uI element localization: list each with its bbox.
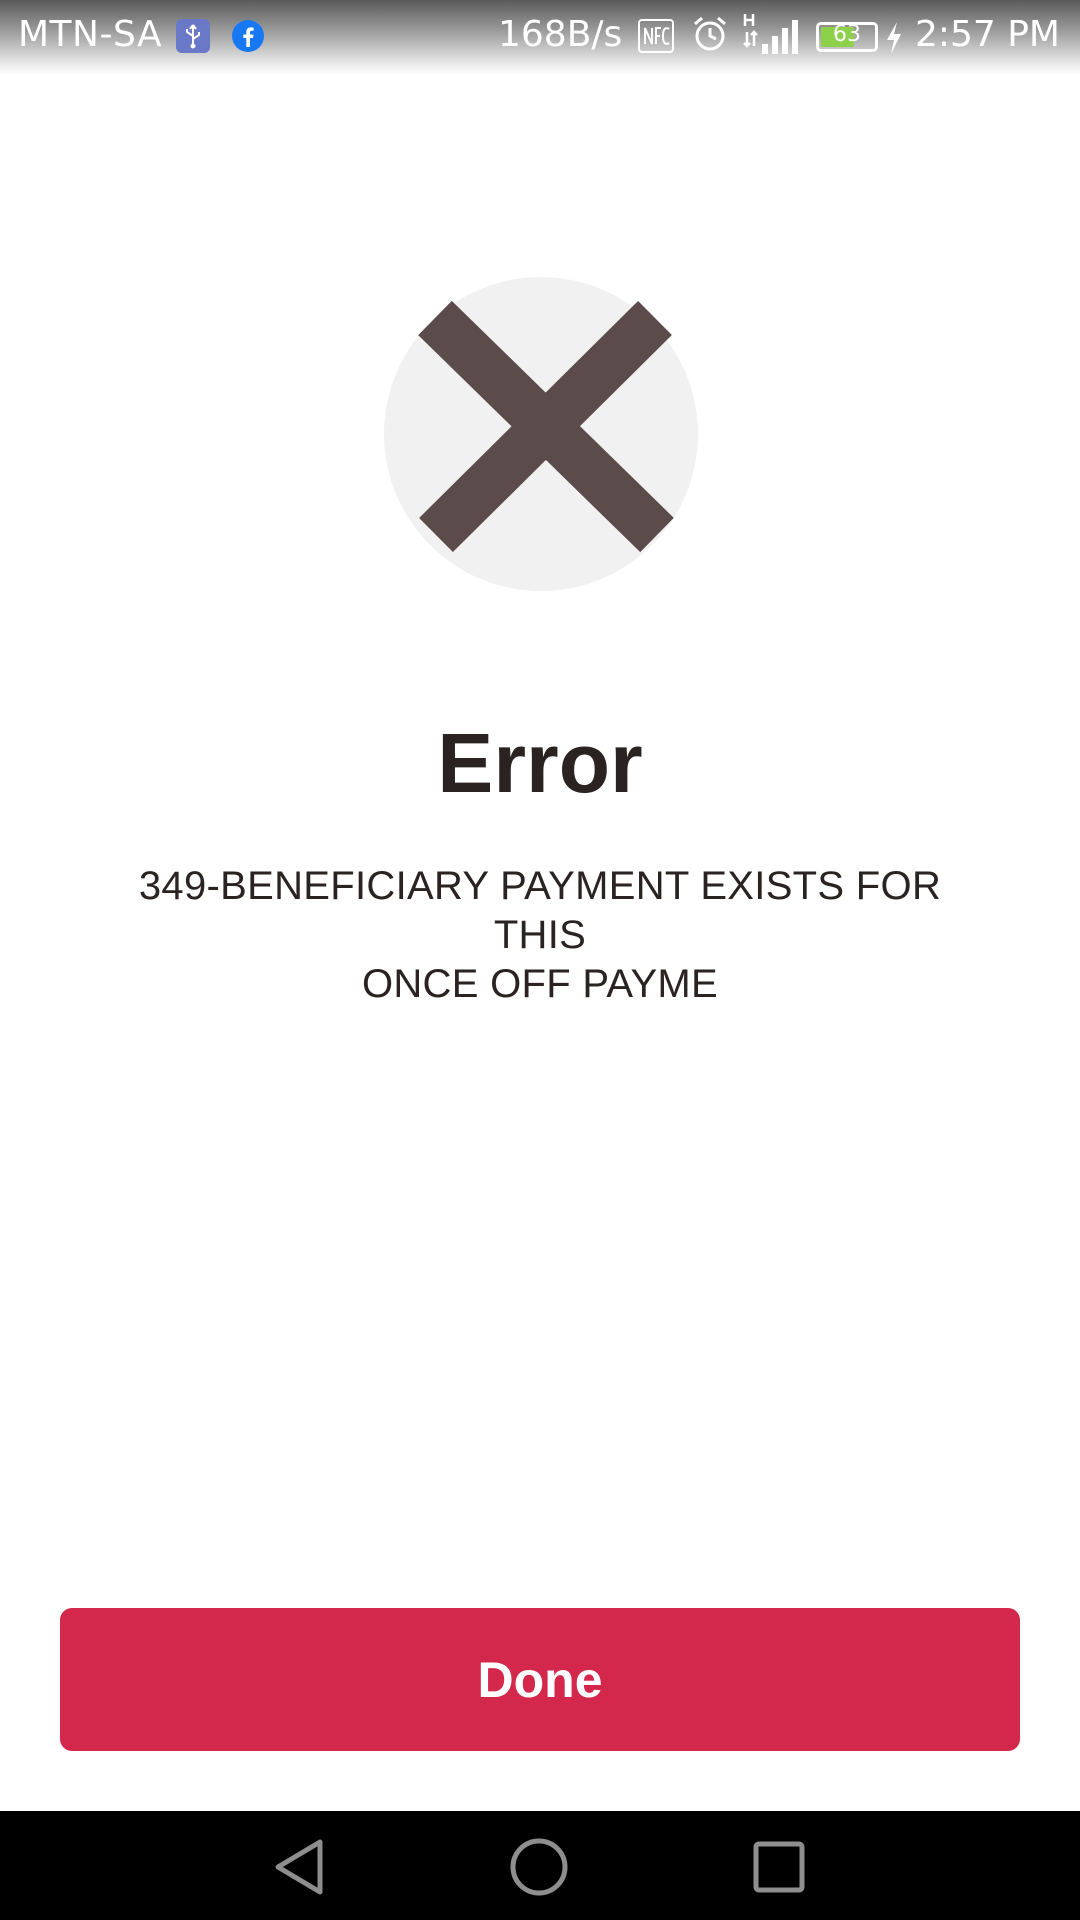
usb-icon	[176, 19, 210, 53]
nfc-icon	[638, 19, 674, 53]
alarm-icon	[690, 14, 730, 54]
error-message: 349-BENEFICIARY PAYMENT EXISTS FOR THIS …	[90, 862, 990, 1009]
network-speed: 168B/s	[498, 14, 623, 55]
facebook-icon	[231, 19, 265, 53]
done-button[interactable]: Done	[60, 1608, 1020, 1751]
back-icon[interactable]	[270, 1837, 330, 1897]
error-message-line-2: ONCE OFF PAYME	[361, 962, 719, 1006]
recents-icon[interactable]	[749, 1837, 809, 1897]
carrier-name: MTN-SA	[18, 14, 163, 55]
navigation-bar	[0, 1811, 1080, 1920]
battery-icon: 63	[816, 22, 878, 52]
error-title: Error	[437, 716, 643, 810]
charging-icon	[884, 20, 904, 56]
error-x-icon	[384, 277, 698, 591]
clock: 2:57 PM	[914, 14, 1060, 55]
battery-level: 63	[833, 22, 861, 47]
signal-icon	[742, 12, 800, 56]
error-message-line-1: 349-BENEFICIARY PAYMENT EXISTS FOR THIS	[138, 864, 942, 957]
home-icon[interactable]	[509, 1837, 569, 1897]
status-bar: MTN-SA 168B/s 63 2:57 PM	[0, 0, 1080, 75]
